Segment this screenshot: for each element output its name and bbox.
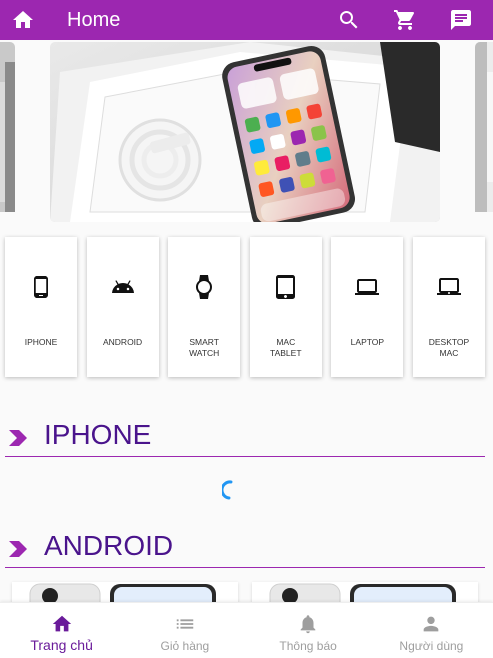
nav-item-user[interactable]: Người dùng — [370, 603, 493, 658]
app-root: Home IPHONE ANDROID SMART WATCH MAC TABL… — [0, 0, 493, 658]
desktop-icon — [436, 278, 461, 295]
nav-label: Giỏ hàng — [160, 639, 210, 653]
category-laptop[interactable]: LAPTOP — [331, 237, 404, 377]
android-icon — [111, 280, 134, 293]
section-title: ANDROID — [44, 530, 174, 561]
bottom-navigation: Trang chủ Giỏ hàng Thông báo Người dùng — [0, 602, 493, 658]
category-smart-watch[interactable]: SMART WATCH — [168, 237, 241, 377]
carousel-slide-next[interactable] — [475, 42, 493, 222]
loading-spinner — [222, 480, 233, 500]
category-grid: IPHONE ANDROID SMART WATCH MAC TABLET LA… — [5, 237, 485, 377]
search-icon — [340, 11, 358, 29]
cart-icon — [394, 10, 415, 30]
section-header-android: ANDROID — [5, 528, 485, 568]
page-title: Home — [67, 8, 121, 31]
list-icon — [176, 619, 194, 629]
category-label: MAC TABLET — [270, 337, 302, 358]
category-mac-tablet[interactable]: MAC TABLET — [249, 237, 322, 377]
nav-item-notifications[interactable]: Thông báo — [247, 603, 370, 658]
nav-item-home[interactable]: Trang chủ — [0, 603, 123, 658]
message-button[interactable] — [447, 6, 475, 34]
category-label: ANDROID — [102, 337, 143, 347]
phone-icon — [34, 276, 48, 298]
nav-label: Thông báo — [279, 639, 337, 653]
chevron-arrow-icon — [9, 541, 27, 557]
tablet-icon — [275, 275, 295, 299]
category-iphone[interactable]: IPHONE — [5, 237, 77, 377]
home-icon — [13, 11, 33, 28]
category-desktop-mac[interactable]: DESKTOP MAC — [412, 237, 485, 377]
laptop-icon — [355, 279, 380, 295]
carousel-slide-prev[interactable] — [0, 42, 15, 222]
bell-icon — [300, 615, 316, 634]
category-android[interactable]: ANDROID — [86, 237, 159, 377]
person-icon — [424, 616, 439, 632]
nav-label: Trang chủ — [30, 637, 93, 653]
home-icon — [52, 615, 71, 632]
home-button[interactable] — [0, 0, 46, 40]
category-label: LAPTOP — [350, 337, 385, 347]
search-button[interactable] — [335, 6, 363, 34]
section-title: IPHONE — [44, 419, 152, 450]
appbar-actions — [335, 6, 493, 34]
category-label: DESKTOP MAC — [428, 337, 470, 358]
section-header-iphone: IPHONE — [5, 417, 485, 457]
chevron-arrow-icon — [9, 430, 27, 446]
category-label: SMART WATCH — [189, 337, 220, 358]
nav-label: Người dùng — [399, 639, 464, 653]
nav-item-cart[interactable]: Giỏ hàng — [123, 603, 246, 658]
message-icon — [451, 10, 471, 30]
banner-image — [50, 42, 440, 222]
cart-button[interactable] — [391, 6, 419, 34]
watch-icon — [196, 275, 213, 299]
app-bar: Home — [0, 0, 493, 40]
carousel-slide-iphone-unboxing[interactable] — [50, 42, 440, 222]
category-label: IPHONE — [24, 337, 58, 347]
banner-carousel[interactable] — [0, 40, 493, 226]
